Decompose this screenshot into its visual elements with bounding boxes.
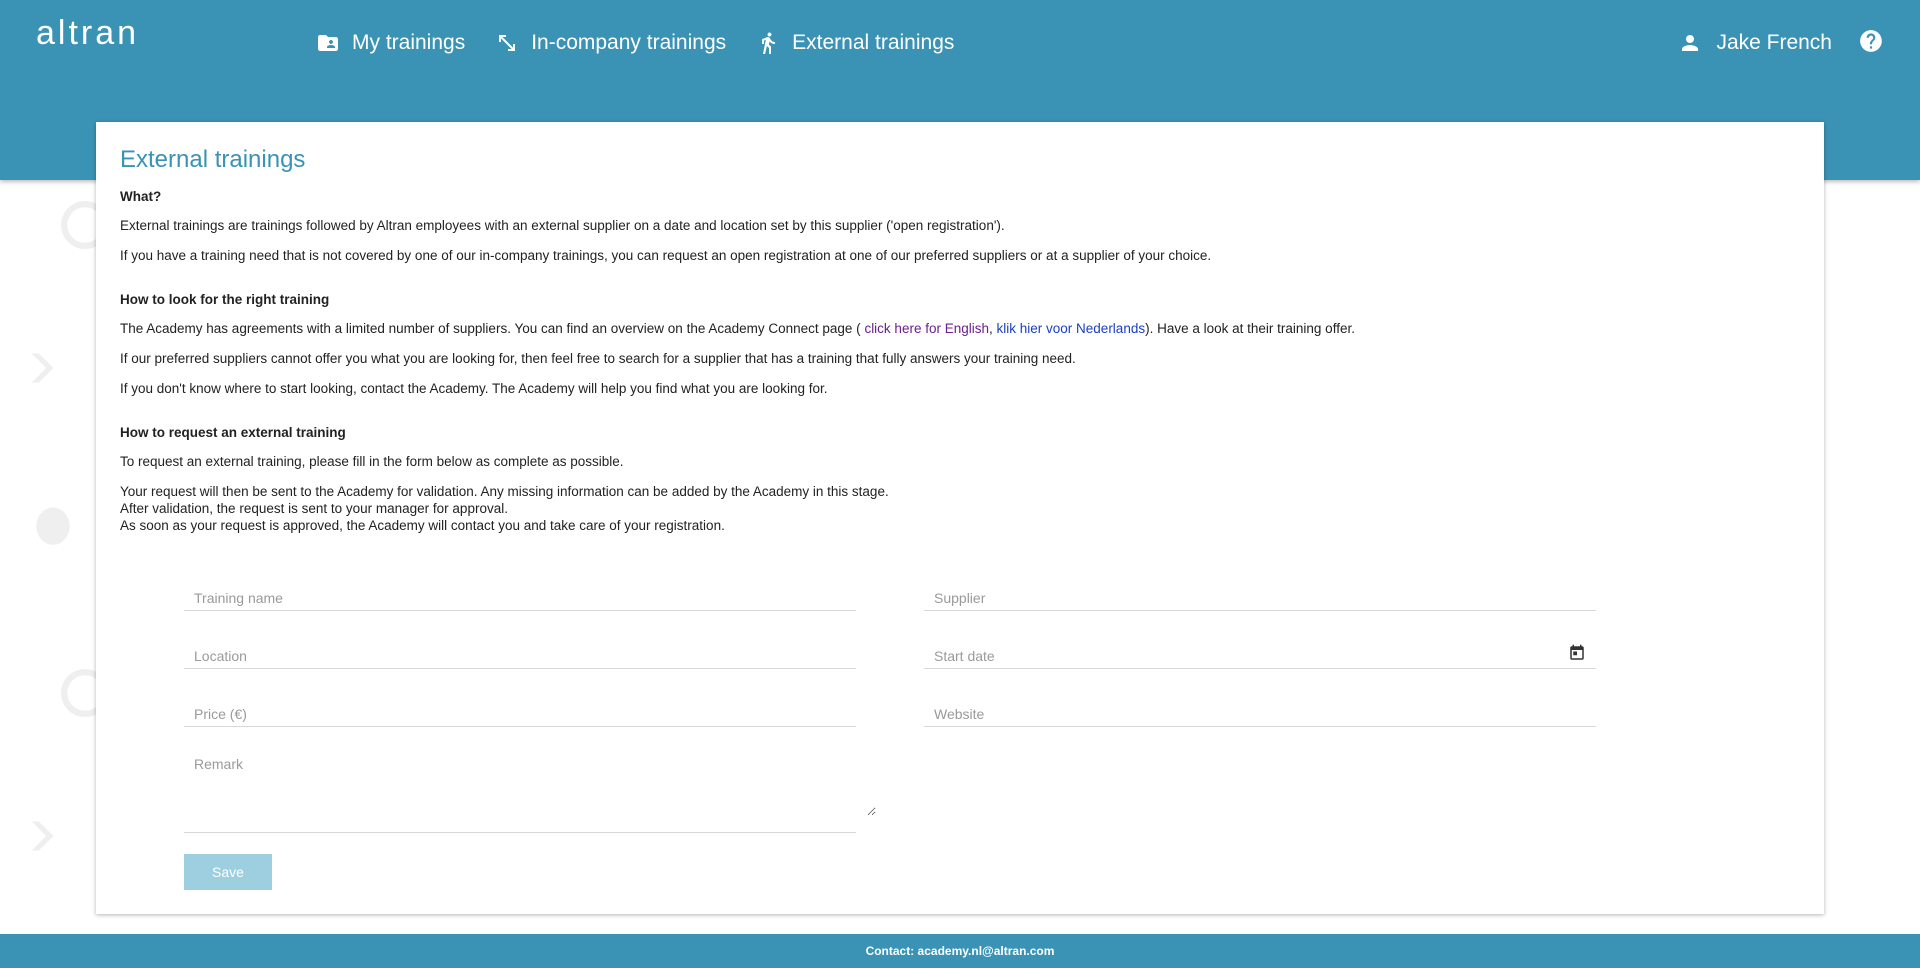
nav-external-trainings[interactable]: External trainings bbox=[756, 26, 954, 60]
how-look-heading: How to look for the right training bbox=[120, 291, 330, 307]
altran-logo[interactable]: altran bbox=[36, 14, 139, 53]
calendar-icon[interactable] bbox=[1568, 644, 1586, 662]
page-title: External trainings bbox=[120, 146, 306, 173]
main-nav: My trainings In-company trainings Extern… bbox=[316, 26, 984, 60]
website-input[interactable] bbox=[924, 706, 1604, 722]
what-paragraph-2: If you have a training need that is not … bbox=[120, 247, 1212, 263]
paragraph-line: After validation, the request is sent to… bbox=[120, 500, 508, 516]
background-decoration-icon bbox=[31, 353, 54, 383]
start-date-field bbox=[924, 628, 1604, 669]
save-button[interactable]: Save bbox=[184, 854, 272, 890]
card-content: External trainings What? External traini… bbox=[120, 146, 1800, 534]
walking-person-icon bbox=[762, 32, 776, 54]
remark-field bbox=[184, 748, 876, 833]
what-paragraph-1: External trainings are trainings followe… bbox=[120, 217, 1005, 233]
how-look-paragraph-1: The Academy has agreements with a limite… bbox=[120, 320, 1800, 337]
person-icon bbox=[1682, 35, 1699, 51]
user-menu[interactable]: Jake French bbox=[1678, 26, 1832, 60]
footer: Contact: academy.nl@altran.com bbox=[0, 934, 1920, 968]
training-name-field bbox=[184, 570, 864, 611]
paragraph-line: As soon as your request is approved, the… bbox=[120, 517, 725, 533]
link-english[interactable]: click here for English bbox=[864, 321, 989, 336]
supplier-input[interactable] bbox=[924, 590, 1604, 606]
help-button[interactable] bbox=[1858, 28, 1884, 54]
background-decoration-icon bbox=[31, 821, 54, 851]
how-request-heading: How to request an external training bbox=[120, 424, 346, 440]
link-dutch[interactable]: klik hier voor Nederlands bbox=[997, 321, 1146, 336]
location-input[interactable] bbox=[184, 648, 864, 664]
price-field bbox=[184, 686, 864, 727]
footer-contact[interactable]: Contact: academy.nl@altran.com bbox=[866, 944, 1055, 958]
start-date-input[interactable] bbox=[924, 648, 1604, 664]
link-separator: , bbox=[989, 320, 997, 336]
help-icon bbox=[1860, 30, 1882, 52]
how-request-paragraph-2: Your request will then be sent to the Ac… bbox=[120, 483, 1800, 534]
how-look-paragraph-2: If our preferred suppliers cannot offer … bbox=[120, 350, 1076, 366]
contact-card-icon bbox=[318, 35, 338, 51]
website-field bbox=[924, 686, 1604, 727]
supplier-field bbox=[924, 570, 1604, 611]
nav-label: My trainings bbox=[352, 31, 466, 54]
nav-my-trainings[interactable]: My trainings bbox=[316, 26, 465, 60]
what-heading: What? bbox=[120, 188, 162, 204]
paragraph-text: ). Have a look at their training offer. bbox=[1145, 320, 1355, 336]
location-field bbox=[184, 628, 864, 669]
training-name-input[interactable] bbox=[184, 590, 864, 606]
background-decoration-icon bbox=[36, 507, 70, 545]
expand-arrows-icon bbox=[499, 35, 516, 51]
paragraph-text: The Academy has agreements with a limite… bbox=[120, 320, 865, 336]
price-input[interactable] bbox=[184, 706, 864, 722]
how-request-paragraph-1: To request an external training, please … bbox=[120, 453, 624, 469]
how-look-paragraph-3: If you don't know where to start looking… bbox=[120, 380, 828, 396]
nav-label: External trainings bbox=[792, 31, 955, 54]
paragraph-line: Your request will then be sent to the Ac… bbox=[120, 483, 889, 499]
nav-label: In-company trainings bbox=[531, 31, 727, 54]
remark-textarea[interactable] bbox=[184, 756, 876, 816]
user-name: Jake French bbox=[1716, 31, 1832, 54]
nav-in-company-trainings[interactable]: In-company trainings bbox=[495, 26, 726, 60]
external-trainings-card: External trainings What? External traini… bbox=[96, 122, 1824, 914]
